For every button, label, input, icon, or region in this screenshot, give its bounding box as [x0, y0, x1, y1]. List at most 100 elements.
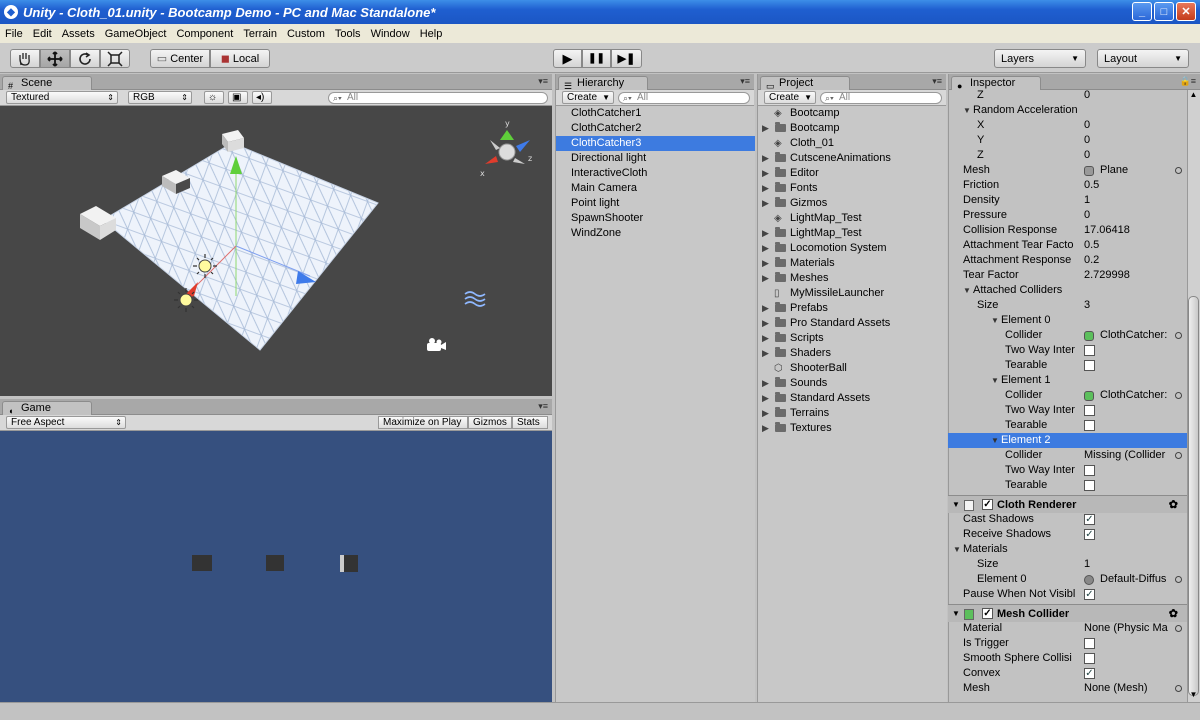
field-label: Element 2 — [1001, 434, 1051, 446]
scroll-down-arrow-icon[interactable]: ▼ — [1188, 690, 1199, 702]
material-sphere-icon — [1084, 575, 1094, 585]
rotate-tool-button[interactable] — [70, 49, 100, 68]
field-label: Collider — [1005, 449, 1043, 461]
field-label: Collider — [1005, 389, 1043, 401]
move-tool-button[interactable] — [40, 49, 70, 68]
field-label: Mesh — [963, 682, 990, 694]
menu-tools[interactable]: Tools — [330, 28, 366, 40]
checkbox[interactable] — [1084, 465, 1095, 476]
cloth-renderer-enabled-checkbox[interactable]: ✓ — [982, 499, 993, 510]
pause-button[interactable]: ❚❚ — [582, 49, 611, 68]
field-value[interactable]: 0.5 — [1084, 178, 1172, 193]
checkbox[interactable] — [1084, 653, 1095, 664]
object-picker-icon[interactable] — [1175, 625, 1182, 632]
status-bar — [0, 702, 1200, 720]
checkbox[interactable]: ✓ — [1084, 514, 1095, 525]
checkbox[interactable] — [1084, 405, 1095, 416]
foldout-arrow-icon[interactable]: ▼ — [991, 373, 999, 388]
menu-custom[interactable]: Custom — [282, 28, 330, 40]
field-label: Two Way Inter — [1005, 464, 1075, 476]
layers-dropdown[interactable]: Layers ▼ — [994, 49, 1086, 68]
field-value[interactable]: 0 — [1084, 148, 1172, 163]
menu-edit[interactable]: Edit — [28, 28, 57, 40]
minimize-button[interactable]: _ — [1132, 2, 1152, 21]
field-value[interactable]: 0 — [1084, 208, 1172, 223]
scene-tab-menu-icon[interactable]: ▾≡ — [538, 76, 548, 87]
foldout-arrow-icon[interactable]: ▼ — [991, 433, 999, 448]
inspector-lock-icon[interactable]: 🔒≡ — [1180, 76, 1196, 87]
gameobject-icon — [1084, 391, 1094, 401]
hierarchy-tab-menu-icon[interactable]: ▾≡ — [740, 76, 750, 87]
checkbox[interactable] — [1084, 360, 1095, 371]
checkbox[interactable] — [1084, 345, 1095, 356]
inspector-field-row: Attachment Response 0.2 — [0, 253, 1200, 268]
menu-file[interactable]: File — [0, 28, 28, 40]
scroll-up-arrow-icon[interactable]: ▲ — [1188, 90, 1199, 102]
scale-tool-button[interactable] — [100, 49, 130, 68]
pivot-center-toggle[interactable]: ▭ Center — [150, 49, 210, 68]
object-picker-icon[interactable] — [1175, 332, 1182, 339]
mesh-collider-header[interactable]: ▼ ✓ Mesh Collider ✿ — [948, 604, 1188, 622]
play-button[interactable]: ▶ — [553, 49, 582, 68]
foldout-arrow-icon[interactable]: ▼ — [963, 283, 971, 298]
menu-component[interactable]: Component — [171, 28, 238, 40]
menu-help[interactable]: Help — [415, 28, 448, 40]
field-value[interactable]: 0 — [1084, 133, 1172, 148]
field-value[interactable]: 3 — [1084, 298, 1172, 313]
checkbox[interactable]: ✓ — [1084, 589, 1095, 600]
inspector-scrollbar-thumb[interactable] — [1188, 296, 1199, 696]
field-value[interactable]: Default-Diffus — [1100, 572, 1172, 587]
checkbox[interactable] — [1084, 420, 1095, 431]
field-value[interactable]: 0.2 — [1084, 253, 1172, 268]
unity-logo-icon: ◆ — [4, 5, 18, 19]
checkbox[interactable] — [1084, 480, 1095, 491]
close-button[interactable]: ✕ — [1176, 2, 1196, 21]
field-value[interactable]: 2.729998 — [1084, 268, 1172, 283]
field-value[interactable]: 0 — [1084, 88, 1172, 103]
object-picker-icon[interactable] — [1175, 685, 1182, 692]
field-value[interactable]: None (Physic Ma — [1084, 621, 1172, 636]
hand-tool-button[interactable] — [10, 49, 40, 68]
field-value[interactable]: Missing (Collider — [1084, 448, 1172, 463]
foldout-arrow-icon[interactable]: ▼ — [963, 103, 971, 118]
menu-assets[interactable]: Assets — [57, 28, 100, 40]
step-button[interactable]: ▶❚ — [611, 49, 642, 68]
inspector-field-row: Pause When Not Visibl ✓ — [0, 587, 1200, 602]
field-label: Density — [963, 194, 1000, 206]
field-value[interactable]: 0 — [1084, 118, 1172, 133]
menu-terrain[interactable]: Terrain — [238, 28, 282, 40]
field-label: X — [977, 119, 985, 131]
object-picker-icon[interactable] — [1175, 452, 1182, 459]
object-picker-icon[interactable] — [1175, 167, 1182, 174]
project-tab-menu-icon[interactable]: ▾≡ — [932, 76, 942, 87]
field-label: Element 0 — [977, 573, 1027, 585]
menu-gameobject[interactable]: GameObject — [100, 28, 172, 40]
pivot-local-toggle[interactable]: ◼ Local — [210, 49, 270, 68]
field-value[interactable]: 1 — [1084, 557, 1172, 572]
field-value[interactable]: 17.06418 — [1084, 223, 1172, 238]
layout-dropdown-arrow-icon: ▼ — [1174, 54, 1182, 63]
object-picker-icon[interactable] — [1175, 392, 1182, 399]
checkbox[interactable]: ✓ — [1084, 529, 1095, 540]
menu-window[interactable]: Window — [366, 28, 415, 40]
field-label: Z — [977, 89, 984, 101]
center-label: Center — [170, 52, 204, 65]
field-value[interactable]: 0.5 — [1084, 238, 1172, 253]
window-titlebar: ◆ Unity - Cloth_01.unity - Bootcamp Demo… — [0, 0, 1200, 24]
maximize-button[interactable]: □ — [1154, 2, 1174, 21]
checkbox[interactable]: ✓ — [1084, 668, 1095, 679]
field-value[interactable]: ClothCatcher: — [1100, 388, 1172, 403]
object-picker-icon[interactable] — [1175, 576, 1182, 583]
inspector-field-row: Element 0 Default-Diffus — [0, 572, 1200, 587]
mesh-collider-enabled-checkbox[interactable]: ✓ — [982, 608, 993, 619]
cloth-renderer-header[interactable]: ▼ ✓ Cloth Renderer ✿ — [948, 495, 1188, 513]
field-value[interactable]: ClothCatcher: — [1100, 328, 1172, 343]
field-value[interactable]: 1 — [1084, 193, 1172, 208]
foldout-arrow-icon[interactable]: ▼ — [953, 542, 961, 557]
inspector-field-row: Smooth Sphere Collisi — [0, 651, 1200, 666]
field-value[interactable]: Plane — [1100, 163, 1172, 178]
layout-dropdown[interactable]: Layout ▼ — [1097, 49, 1189, 68]
foldout-arrow-icon[interactable]: ▼ — [991, 313, 999, 328]
field-value[interactable]: None (Mesh) — [1084, 681, 1172, 696]
checkbox[interactable] — [1084, 638, 1095, 649]
